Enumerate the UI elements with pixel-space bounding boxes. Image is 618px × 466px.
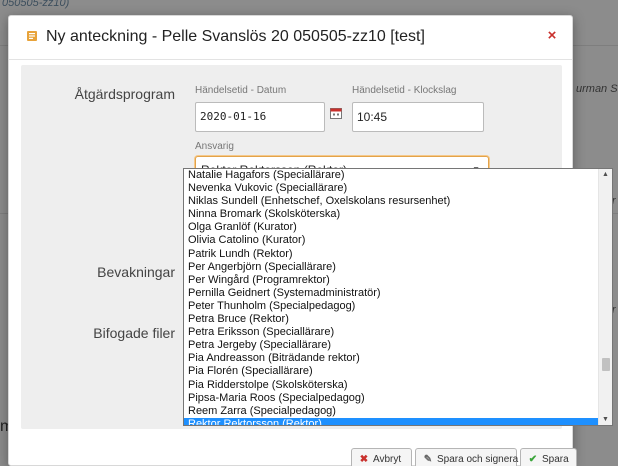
dropdown-option[interactable]: Ninna Bromark (Skolsköterska) xyxy=(184,208,612,221)
dropdown-option[interactable]: Patrik Lundh (Rektor) xyxy=(184,248,612,261)
background-right-text: urman Sv xyxy=(576,83,618,95)
dialog-header: Ny anteckning - Pelle Svanslös 20 050505… xyxy=(9,16,572,60)
dialog-title: Ny anteckning - Pelle Svanslös 20 050505… xyxy=(46,28,425,45)
dropdown-option[interactable]: Olivia Catolino (Kurator) xyxy=(184,234,612,247)
dropdown-option[interactable]: Petra Jergeby (Speciallärare) xyxy=(184,339,612,352)
dropdown-option[interactable]: Niklas Sundell (Enhetschef, Oxelskolans … xyxy=(184,195,612,208)
sign-icon: ✎ xyxy=(423,454,433,465)
dropdown-items: Natalie Hagafors (Speciallärare) Nevenka … xyxy=(184,169,612,425)
save-and-sign-button-label: Spara och signera xyxy=(437,454,519,465)
calendar-icon[interactable] xyxy=(330,107,342,119)
dropdown-option[interactable]: Per Angerbjörn (Speciallärare) xyxy=(184,261,612,274)
cancel-icon: ✖ xyxy=(359,454,369,465)
cancel-button[interactable]: ✖ Avbryt xyxy=(351,448,412,466)
dropdown-option[interactable]: Pia Florén (Speciallärare) xyxy=(184,365,612,378)
scroll-down-icon[interactable]: ▼ xyxy=(602,416,609,423)
save-button-label: Spara xyxy=(542,454,569,465)
atgardsprogram-label: Åtgärdsprogram xyxy=(74,86,175,102)
save-and-sign-button[interactable]: ✎ Spara och signera xyxy=(415,448,519,466)
dropdown-option[interactable]: Nevenka Vukovic (Speciallärare) xyxy=(184,182,612,195)
dropdown-option[interactable]: Petra Eriksson (Speciallärare) xyxy=(184,326,612,339)
dropdown-option[interactable]: Per Wingård (Programrektor) xyxy=(184,274,612,287)
dropdown-option[interactable]: Natalie Hagafors (Speciallärare) xyxy=(184,169,612,182)
dropdown-option[interactable]: Pia Ridderstolpe (Skolsköterska) xyxy=(184,379,612,392)
time-input[interactable]: 10:45 xyxy=(352,102,484,132)
cancel-button-label: Avbryt xyxy=(373,454,402,465)
scrollbar-thumb[interactable] xyxy=(602,358,610,371)
dropdown-option[interactable]: Rektor Rektorsson (Rektor) xyxy=(184,417,612,425)
close-button[interactable]: × xyxy=(544,27,560,45)
scroll-up-icon[interactable]: ▲ xyxy=(602,171,609,178)
datum-caption: Händelsetid - Datum xyxy=(195,85,287,96)
bifogade-filer-label: Bifogade filer xyxy=(93,325,175,341)
klockslag-caption: Händelsetid - Klockslag xyxy=(352,85,457,96)
dropdown-option[interactable]: Olga Granlöf (Kurator) xyxy=(184,221,612,234)
ansvarig-caption: Ansvarig xyxy=(195,141,234,152)
bevakningar-label: Bevakningar xyxy=(97,264,175,280)
dropdown-option[interactable]: Pia Andreasson (Biträdande rektor) xyxy=(184,352,612,365)
dropdown-option[interactable]: Peter Thunholm (Specialpedagog) xyxy=(184,300,612,313)
ansvarig-dropdown-list[interactable]: Natalie Hagafors (Speciallärare) Nevenka … xyxy=(183,168,613,426)
dropdown-option[interactable]: Pernilla Geidnert (Systemadministratör) xyxy=(184,287,612,300)
save-button[interactable]: ✔ Spara xyxy=(520,448,577,466)
date-input[interactable]: 2020-01-16 xyxy=(195,102,325,132)
check-icon: ✔ xyxy=(528,454,538,465)
dropdown-option[interactable]: Petra Bruce (Rektor) xyxy=(184,313,612,326)
dropdown-option[interactable]: Pipsa-Maria Roos (Specialpedagog) xyxy=(184,392,612,405)
note-icon xyxy=(27,31,37,41)
dropdown-scrollbar[interactable]: ▲ ▼ xyxy=(598,169,612,425)
background-top-text: 050505-zz10) xyxy=(2,0,70,9)
dropdown-option[interactable]: Reem Zarra (Specialpedagog) xyxy=(184,405,612,418)
